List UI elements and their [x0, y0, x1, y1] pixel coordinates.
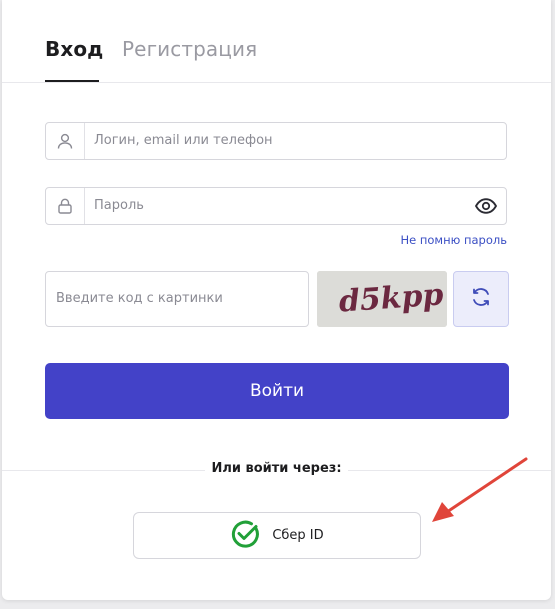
login-placeholder: Логин, email или телефон: [94, 133, 273, 148]
login-field[interactable]: Логин, email или телефон: [45, 122, 507, 160]
captcha-image-text: d5kpp: [338, 277, 445, 319]
tab-login[interactable]: Вход: [45, 35, 103, 63]
active-tab-indicator: [45, 80, 99, 82]
password-field[interactable]: Пароль: [45, 187, 507, 225]
captcha-placeholder: Введите код с картинки: [56, 291, 223, 306]
captcha-image: d5kpp: [317, 271, 447, 327]
lock-icon: [46, 188, 85, 224]
sber-id-label: Сбер ID: [272, 528, 324, 543]
sber-id-button[interactable]: Сбер ID: [133, 512, 421, 559]
alt-login-label: Или войти через:: [205, 461, 348, 476]
forgot-password-link[interactable]: Не помню пароль: [401, 233, 508, 247]
annotation-arrow-icon: [432, 457, 528, 522]
eye-icon[interactable]: [474, 195, 498, 217]
refresh-icon: [469, 285, 493, 313]
sber-check-icon: [230, 519, 260, 553]
tab-register[interactable]: Регистрация: [122, 35, 257, 63]
password-placeholder: Пароль: [94, 198, 144, 213]
captcha-input[interactable]: Введите код с картинки: [45, 271, 309, 327]
auth-tabs: Вход Регистрация: [2, 0, 551, 83]
refresh-captcha-button[interactable]: [453, 271, 509, 327]
login-submit-button[interactable]: Войти: [45, 363, 509, 419]
user-icon: [46, 123, 85, 159]
